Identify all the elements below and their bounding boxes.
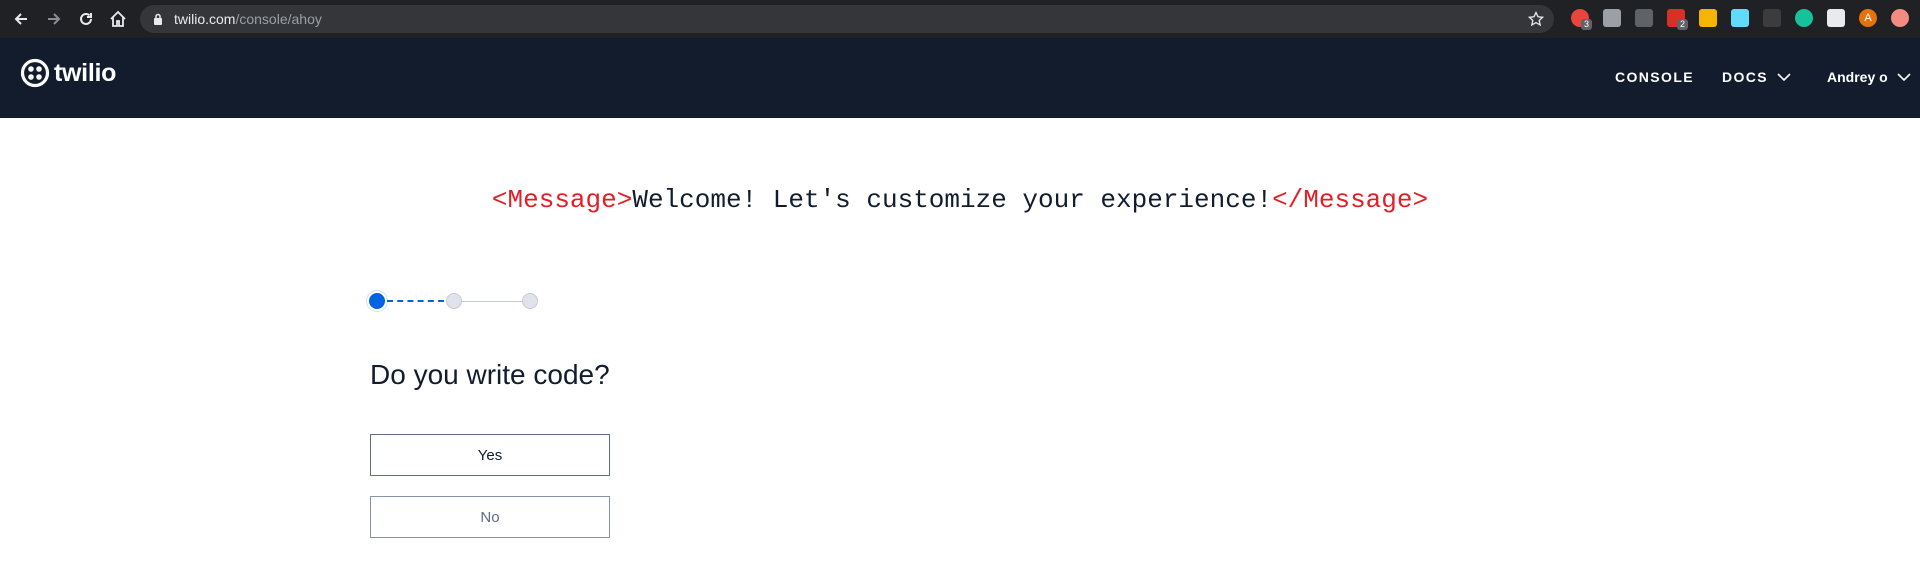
- headline-text: Welcome! Let's customize your experience…: [632, 185, 1273, 215]
- chevron-down-icon: [1777, 72, 1791, 81]
- step-3-pending: [522, 293, 538, 309]
- lock-icon: [154, 13, 162, 25]
- yes-button[interactable]: Yes: [370, 434, 610, 476]
- twilio-logo[interactable]: twilio: [20, 58, 116, 88]
- extension-dark-icon[interactable]: [1763, 9, 1781, 27]
- progress-stepper: [369, 292, 541, 310]
- home-icon: [110, 10, 126, 27]
- url-text: twilio.com/console/ahoy: [174, 11, 322, 27]
- logo-text: twilio: [54, 58, 117, 87]
- nav-docs-label: DOCS: [1722, 69, 1769, 85]
- nav-console-link[interactable]: CONSOLE: [1615, 69, 1694, 85]
- headline-close-tag: </Message>: [1272, 185, 1429, 215]
- app-header: twilio CONSOLE DOCS Andrey o: [0, 38, 1920, 118]
- extension-react-icon[interactable]: [1731, 9, 1749, 27]
- nav-docs-dropdown[interactable]: DOCS: [1722, 69, 1791, 85]
- back-button[interactable]: [9, 7, 33, 31]
- extension-todo-badge: 2: [1677, 19, 1688, 30]
- profile-avatar[interactable]: A: [1859, 9, 1877, 27]
- reload-icon: [80, 12, 92, 25]
- url-host: twilio.com: [174, 11, 236, 27]
- step-connector-pending: [462, 301, 522, 302]
- address-bar[interactable]: twilio.com/console/ahoy: [140, 5, 1554, 33]
- no-button[interactable]: No: [370, 496, 610, 538]
- extension-grammarly-icon[interactable]: [1795, 9, 1813, 27]
- user-name: Andrey o: [1827, 69, 1888, 85]
- step-connector-done: [387, 300, 444, 302]
- chevron-down-icon: [1897, 72, 1911, 81]
- browser-toolbar: twilio.com/console/ahoy 3 2 A: [0, 0, 1920, 38]
- page-headline: <Message>Welcome! Let's customize your e…: [0, 185, 1920, 215]
- extension-rocket-icon[interactable]: [1635, 9, 1653, 27]
- extension-pink-icon[interactable]: [1891, 9, 1909, 27]
- question-heading: Do you write code?: [370, 359, 610, 390]
- step-1-active: [369, 293, 385, 309]
- headline-open-tag: <Message>: [491, 185, 633, 215]
- extension-red-badge: 3: [1581, 19, 1592, 30]
- arrow-right-icon: [48, 13, 61, 25]
- twilio-logo-icon: [20, 58, 50, 88]
- extension-camera-icon[interactable]: [1603, 9, 1621, 27]
- bookmark-star-icon[interactable]: [1528, 11, 1544, 27]
- arrow-left-icon: [14, 13, 27, 25]
- nav-console-label: CONSOLE: [1615, 69, 1695, 85]
- forward-button[interactable]: [42, 7, 66, 31]
- user-menu-dropdown[interactable]: Andrey o: [1827, 69, 1911, 85]
- home-button[interactable]: [106, 7, 130, 31]
- extension-colorwheel-icon[interactable]: [1699, 9, 1717, 27]
- extensions-puzzle-icon[interactable]: [1827, 9, 1845, 27]
- reload-button[interactable]: [74, 7, 98, 31]
- url-path: /console/ahoy: [235, 11, 322, 27]
- step-2-pending: [446, 293, 462, 309]
